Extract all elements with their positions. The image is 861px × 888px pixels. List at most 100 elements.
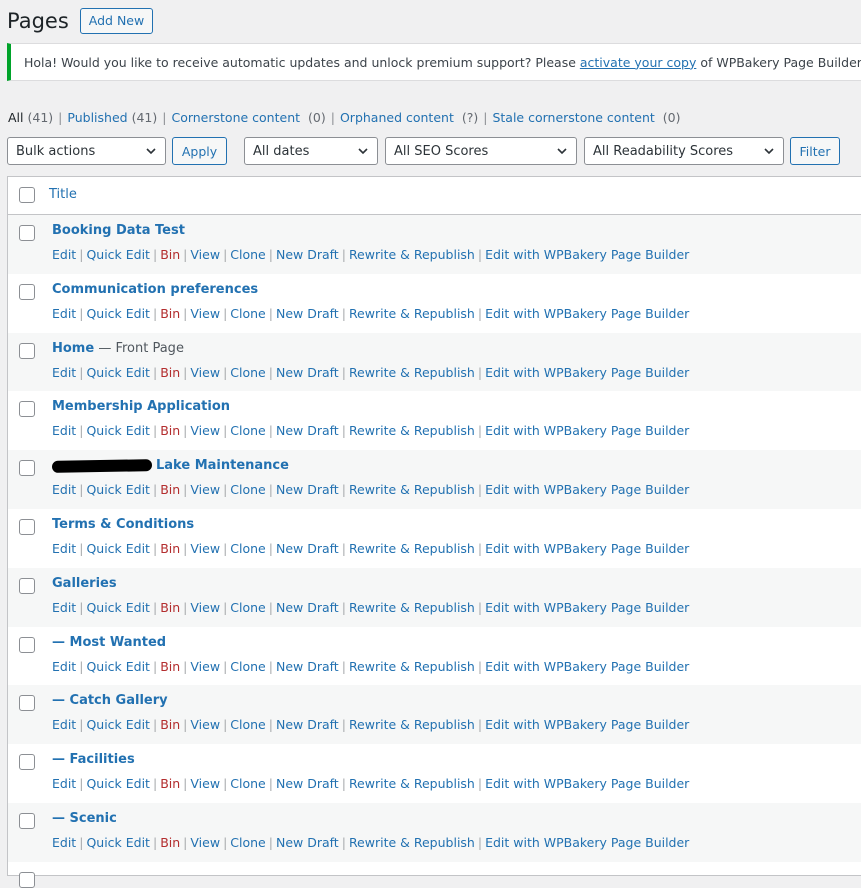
edit-link[interactable]: Edit xyxy=(52,247,76,262)
view-cornerstone[interactable]: Cornerstone content (0) xyxy=(171,110,325,125)
quick-edit-link[interactable]: Quick Edit xyxy=(86,776,150,791)
rewrite-republish-link[interactable]: Rewrite & Republish xyxy=(349,306,475,321)
edit-link[interactable]: Edit xyxy=(52,717,76,732)
bin-link[interactable]: Bin xyxy=(160,717,180,732)
quick-edit-link[interactable]: Quick Edit xyxy=(86,541,150,556)
seo-scores-select[interactable]: All SEO Scores xyxy=(385,137,577,165)
view-stale-cornerstone[interactable]: Stale cornerstone content (0) xyxy=(492,110,680,125)
bin-link[interactable]: Bin xyxy=(160,776,180,791)
view-link[interactable]: View xyxy=(190,423,220,438)
view-orphaned[interactable]: Orphaned content (?) xyxy=(340,110,478,125)
edit-link[interactable]: Edit xyxy=(52,423,76,438)
view-link[interactable]: View xyxy=(190,600,220,615)
quick-edit-link[interactable]: Quick Edit xyxy=(86,423,150,438)
row-checkbox[interactable] xyxy=(19,518,35,535)
new-draft-link[interactable]: New Draft xyxy=(276,247,339,262)
clone-link[interactable]: Clone xyxy=(230,423,265,438)
row-checkbox[interactable] xyxy=(19,401,35,418)
quick-edit-link[interactable]: Quick Edit xyxy=(86,600,150,615)
view-link[interactable]: View xyxy=(190,482,220,497)
apply-button[interactable]: Apply xyxy=(172,137,227,165)
row-title-link[interactable]: — Most Wanted xyxy=(52,635,166,650)
rewrite-republish-link[interactable]: Rewrite & Republish xyxy=(349,659,475,674)
row-title-link[interactable]: Booking Data Test xyxy=(52,223,185,238)
rewrite-republish-link[interactable]: Rewrite & Republish xyxy=(349,600,475,615)
row-checkbox[interactable] xyxy=(19,695,35,712)
rewrite-republish-link[interactable]: Rewrite & Republish xyxy=(349,423,475,438)
new-draft-link[interactable]: New Draft xyxy=(276,423,339,438)
select-all-checkbox[interactable] xyxy=(19,187,35,203)
row-title-link[interactable]: Galleries xyxy=(52,576,117,591)
edit-link[interactable]: Edit xyxy=(52,365,76,380)
edit-link[interactable]: Edit xyxy=(52,306,76,321)
row-checkbox[interactable] xyxy=(19,460,35,477)
row-checkbox[interactable] xyxy=(19,577,35,594)
edit-wpbakery-link[interactable]: Edit with WPBakery Page Builder xyxy=(485,423,689,438)
row-checkbox[interactable] xyxy=(19,754,35,771)
activate-copy-link[interactable]: activate your copy xyxy=(580,55,696,70)
clone-link[interactable]: Clone xyxy=(230,600,265,615)
new-draft-link[interactable]: New Draft xyxy=(276,306,339,321)
bin-link[interactable]: Bin xyxy=(160,365,180,380)
edit-link[interactable]: Edit xyxy=(52,482,76,497)
edit-link[interactable]: Edit xyxy=(52,835,76,850)
row-checkbox[interactable] xyxy=(19,636,35,653)
bin-link[interactable]: Bin xyxy=(160,659,180,674)
view-link[interactable]: View xyxy=(190,776,220,791)
edit-wpbakery-link[interactable]: Edit with WPBakery Page Builder xyxy=(485,247,689,262)
rewrite-republish-link[interactable]: Rewrite & Republish xyxy=(349,776,475,791)
row-title-link[interactable]: Lake Maintenance xyxy=(51,458,289,473)
new-draft-link[interactable]: New Draft xyxy=(276,482,339,497)
row-title-link[interactable]: Terms & Conditions xyxy=(52,517,194,532)
new-draft-link[interactable]: New Draft xyxy=(276,600,339,615)
edit-wpbakery-link[interactable]: Edit with WPBakery Page Builder xyxy=(485,776,689,791)
edit-wpbakery-link[interactable]: Edit with WPBakery Page Builder xyxy=(485,600,689,615)
bin-link[interactable]: Bin xyxy=(160,541,180,556)
rewrite-republish-link[interactable]: Rewrite & Republish xyxy=(349,835,475,850)
clone-link[interactable]: Clone xyxy=(230,659,265,674)
row-title-link[interactable]: — Scenic xyxy=(52,811,117,826)
row-checkbox[interactable] xyxy=(19,812,35,829)
bin-link[interactable]: Bin xyxy=(160,247,180,262)
clone-link[interactable]: Clone xyxy=(230,776,265,791)
row-checkbox[interactable] xyxy=(19,283,35,300)
view-link[interactable]: View xyxy=(190,365,220,380)
edit-wpbakery-link[interactable]: Edit with WPBakery Page Builder xyxy=(485,541,689,556)
edit-link[interactable]: Edit xyxy=(52,776,76,791)
new-draft-link[interactable]: New Draft xyxy=(276,659,339,674)
view-published[interactable]: Published (41) xyxy=(67,110,157,125)
row-checkbox[interactable] xyxy=(19,225,35,241)
bin-link[interactable]: Bin xyxy=(160,306,180,321)
clone-link[interactable]: Clone xyxy=(230,835,265,850)
quick-edit-link[interactable]: Quick Edit xyxy=(86,306,150,321)
quick-edit-link[interactable]: Quick Edit xyxy=(86,659,150,674)
bin-link[interactable]: Bin xyxy=(160,835,180,850)
quick-edit-link[interactable]: Quick Edit xyxy=(86,365,150,380)
quick-edit-link[interactable]: Quick Edit xyxy=(86,482,150,497)
quick-edit-link[interactable]: Quick Edit xyxy=(86,247,150,262)
row-checkbox[interactable] xyxy=(19,872,35,888)
rewrite-republish-link[interactable]: Rewrite & Republish xyxy=(349,482,475,497)
view-link[interactable]: View xyxy=(190,659,220,674)
view-all[interactable]: All (41) xyxy=(8,110,53,125)
edit-wpbakery-link[interactable]: Edit with WPBakery Page Builder xyxy=(485,306,689,321)
new-draft-link[interactable]: New Draft xyxy=(276,717,339,732)
row-title-link[interactable]: Communication preferences xyxy=(52,282,258,297)
readability-scores-select[interactable]: All Readability Scores xyxy=(584,137,784,165)
bin-link[interactable]: Bin xyxy=(160,600,180,615)
filter-button[interactable]: Filter xyxy=(790,137,840,165)
view-link[interactable]: View xyxy=(190,247,220,262)
add-new-button[interactable]: Add New xyxy=(79,8,154,34)
clone-link[interactable]: Clone xyxy=(230,541,265,556)
edit-link[interactable]: Edit xyxy=(52,541,76,556)
view-link[interactable]: View xyxy=(190,835,220,850)
new-draft-link[interactable]: New Draft xyxy=(276,835,339,850)
rewrite-republish-link[interactable]: Rewrite & Republish xyxy=(349,541,475,556)
bin-link[interactable]: Bin xyxy=(160,423,180,438)
view-link[interactable]: View xyxy=(190,306,220,321)
dates-select[interactable]: All dates xyxy=(244,137,378,165)
view-link[interactable]: View xyxy=(190,541,220,556)
edit-wpbakery-link[interactable]: Edit with WPBakery Page Builder xyxy=(485,482,689,497)
clone-link[interactable]: Clone xyxy=(230,717,265,732)
new-draft-link[interactable]: New Draft xyxy=(276,776,339,791)
